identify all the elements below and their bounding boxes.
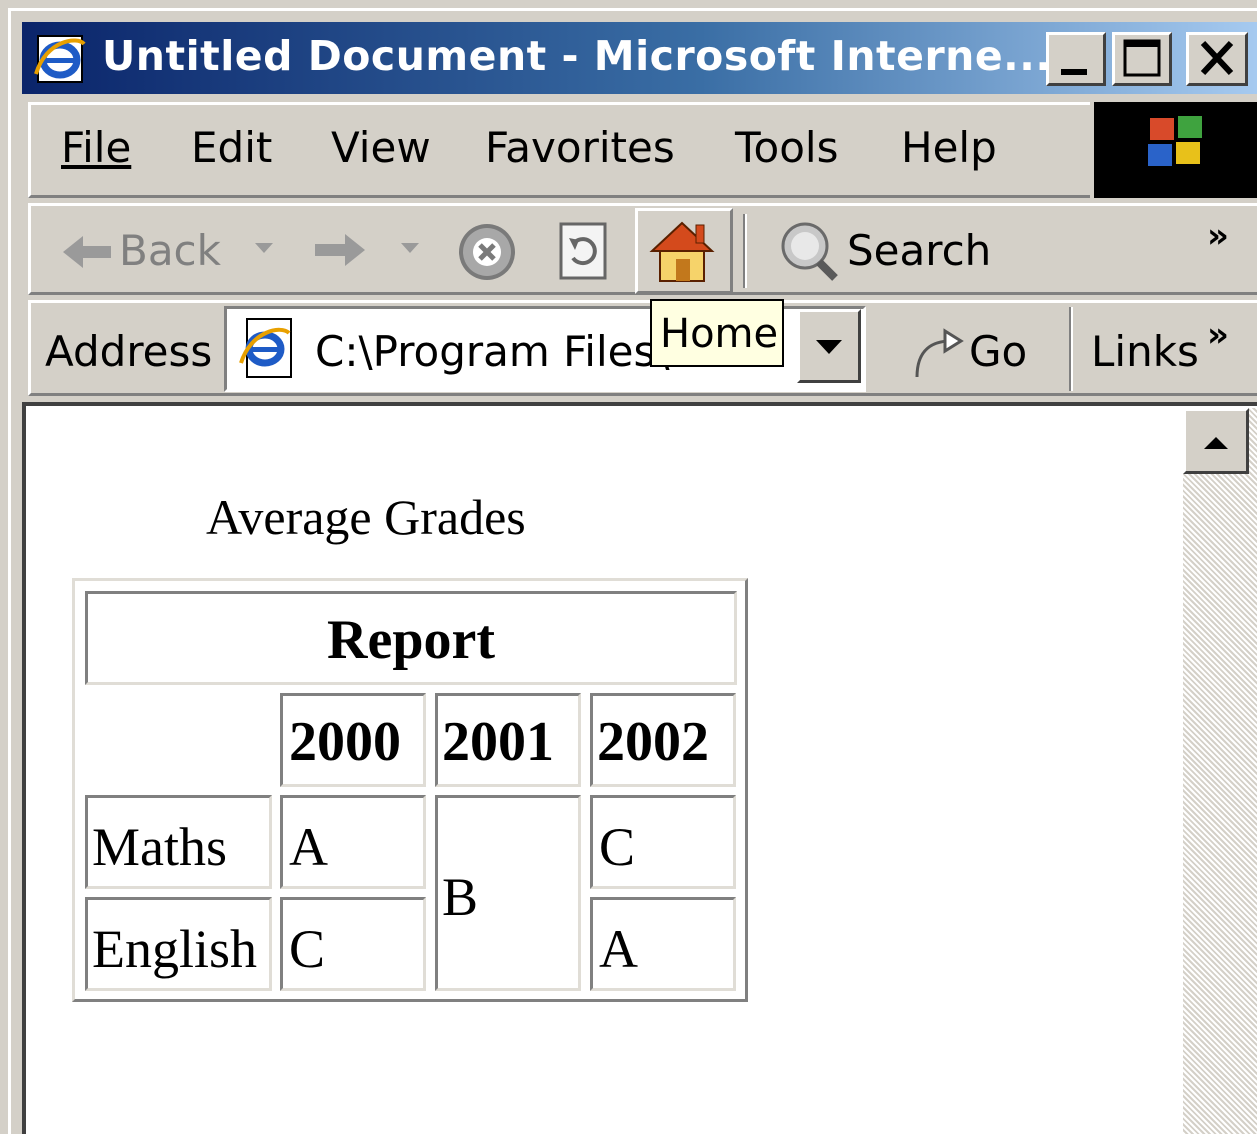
minimize-icon bbox=[1061, 69, 1087, 75]
refresh-icon[interactable] bbox=[555, 220, 615, 286]
grade-cell: C bbox=[590, 795, 736, 889]
close-button[interactable] bbox=[1186, 32, 1248, 86]
search-label: Search bbox=[847, 226, 992, 275]
year-header: 2001 bbox=[442, 711, 554, 773]
grade-value: C bbox=[289, 919, 326, 979]
subject-cell: English bbox=[85, 897, 272, 991]
report-table: Report 2000 2001 2002 Maths A B C Englis… bbox=[72, 578, 748, 1002]
go-button[interactable]: Go bbox=[907, 323, 1057, 383]
menu-tools[interactable]: Tools bbox=[735, 123, 838, 172]
menu-favorites-label: Favorites bbox=[485, 123, 675, 172]
menu-favorites[interactable]: Favorites bbox=[485, 123, 675, 172]
year-header-cell: 2000 bbox=[280, 693, 426, 787]
back-button[interactable]: Back bbox=[51, 220, 251, 280]
vertical-scrollbar[interactable] bbox=[1183, 408, 1257, 1134]
address-separator bbox=[1069, 307, 1073, 391]
toolbar-overflow-chevron[interactable]: » bbox=[1207, 216, 1229, 256]
address-bar: Address C:\Program Files\ Go Links » bbox=[28, 300, 1257, 396]
chevron-up-icon bbox=[1204, 437, 1228, 449]
forward-arrow-icon[interactable] bbox=[309, 224, 369, 280]
forward-dropdown-icon[interactable] bbox=[397, 234, 423, 260]
browser-window: Untitled Document - Microsoft Interne...… bbox=[0, 0, 1257, 1134]
title-bar[interactable]: Untitled Document - Microsoft Interne... bbox=[22, 22, 1257, 94]
grade-cell-merged: B bbox=[435, 795, 581, 991]
menu-edit[interactable]: Edit bbox=[191, 123, 272, 172]
menu-help[interactable]: Help bbox=[901, 123, 997, 172]
page-icon bbox=[239, 318, 292, 378]
menu-file-label: File bbox=[61, 123, 132, 172]
go-arrow-icon bbox=[915, 328, 964, 378]
minimize-button[interactable] bbox=[1046, 32, 1106, 86]
address-dropdown-button[interactable] bbox=[797, 309, 861, 383]
search-icon bbox=[781, 222, 838, 281]
year-header-cell: 2001 bbox=[435, 693, 581, 787]
menu-view[interactable]: View bbox=[331, 123, 431, 172]
page-heading: Average Grades bbox=[206, 489, 526, 545]
menu-edit-label: Edit bbox=[191, 123, 273, 172]
address-value: C:\Program Files\ bbox=[315, 327, 670, 376]
chevron-down-icon bbox=[816, 340, 842, 354]
year-header-cell: 2002 bbox=[590, 693, 736, 787]
maximize-button[interactable] bbox=[1112, 32, 1172, 86]
year-header: 2002 bbox=[597, 711, 709, 773]
table-caption-cell: Report bbox=[85, 591, 737, 685]
grade-value: B bbox=[442, 867, 479, 927]
stop-icon[interactable] bbox=[453, 220, 523, 286]
scroll-up-button[interactable] bbox=[1183, 408, 1249, 474]
maximize-icon bbox=[1123, 39, 1161, 77]
ie-logo-icon bbox=[34, 35, 86, 83]
subject-cell: Maths bbox=[85, 795, 272, 889]
standard-toolbar: Back Search » bbox=[28, 203, 1257, 295]
back-dropdown-icon[interactable] bbox=[251, 234, 277, 260]
close-icon bbox=[1200, 40, 1234, 76]
home-tooltip: Home bbox=[650, 299, 784, 367]
grade-cell: A bbox=[590, 897, 736, 991]
grade-value: A bbox=[599, 919, 638, 979]
menu-tools-label: Tools bbox=[735, 123, 839, 172]
grade-cell: A bbox=[280, 795, 426, 889]
subject-label: English bbox=[92, 919, 258, 979]
links-overflow-chevron[interactable]: » bbox=[1207, 315, 1229, 355]
subject-label: Maths bbox=[92, 817, 227, 877]
back-label: Back bbox=[119, 226, 221, 275]
menu-view-label: View bbox=[331, 123, 431, 172]
windows-throbber bbox=[1094, 102, 1257, 198]
table-caption: Report bbox=[327, 609, 495, 671]
toolbar-separator bbox=[743, 214, 747, 288]
menu-bar: File Edit View Favorites Tools Help bbox=[28, 102, 1090, 198]
menu-file[interactable]: File bbox=[61, 123, 131, 172]
address-label: Address bbox=[45, 327, 213, 376]
grade-cell: C bbox=[280, 897, 426, 991]
home-icon bbox=[649, 221, 715, 282]
window-title: Untitled Document - Microsoft Interne... bbox=[102, 32, 1052, 80]
tooltip-text: Home bbox=[660, 311, 779, 357]
year-header: 2000 bbox=[289, 711, 401, 773]
search-button[interactable]: Search bbox=[775, 218, 995, 284]
back-arrow-icon bbox=[63, 236, 111, 268]
grade-value: C bbox=[599, 817, 636, 877]
menu-help-label: Help bbox=[901, 123, 997, 172]
grade-value: A bbox=[289, 817, 328, 877]
links-button[interactable]: Links bbox=[1091, 327, 1199, 376]
windows-flag-icon bbox=[1148, 116, 1202, 166]
home-button[interactable] bbox=[635, 208, 733, 294]
go-label: Go bbox=[969, 327, 1028, 376]
